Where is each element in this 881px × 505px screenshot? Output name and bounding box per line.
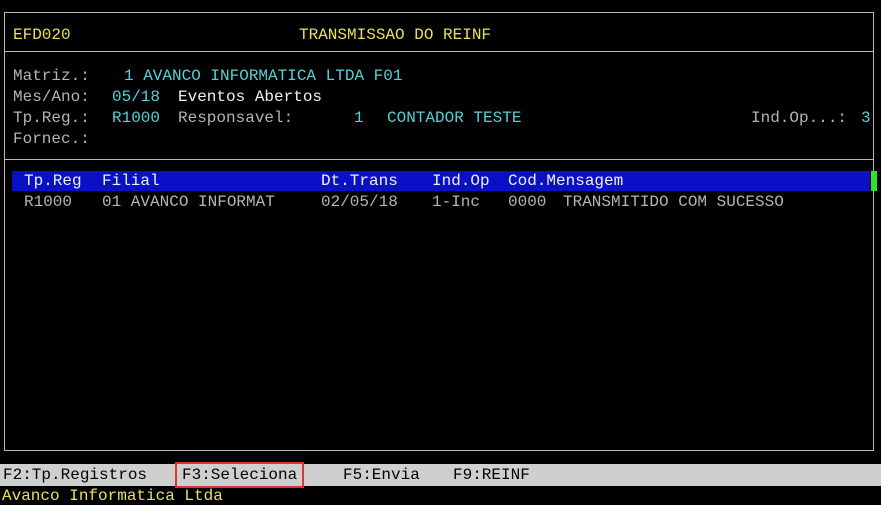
indop-label: Ind.Op...: [751, 109, 848, 127]
responsavel-label: Responsavel: [178, 109, 294, 127]
col-tpreg: Tp.Reg [24, 172, 82, 190]
program-code: EFD020 [13, 26, 71, 44]
scroll-indicator[interactable] [871, 171, 877, 191]
tpreg-value[interactable]: R1000 [112, 108, 160, 129]
responsavel-name: CONTADOR TESTE [387, 109, 522, 127]
row-cod: 0000 [508, 193, 547, 211]
row-tpreg: R1000 [24, 193, 73, 211]
row-dttrans: 02/05/18 [321, 193, 398, 211]
company-status: Avanco Informatica Ltda [2, 487, 223, 505]
f5-envia-key[interactable]: F5:Envia [343, 464, 420, 486]
col-codmensagem: Cod.Mensagem [508, 172, 624, 190]
f9-reinf-key[interactable]: F9:REINF [453, 464, 530, 486]
row-filial: 01 AVANCO INFORMAT [102, 193, 275, 211]
col-indop: Ind.Op [432, 172, 490, 190]
matriz-label: Matriz.: [13, 67, 90, 85]
f2-tp-registros-key[interactable]: F2:Tp.Registros [3, 464, 147, 486]
header-divider [4, 51, 874, 52]
responsavel-code[interactable]: 1 [354, 108, 364, 129]
eventos-status: Eventos Abertos [178, 88, 323, 106]
col-dttrans: Dt.Trans [321, 172, 398, 190]
screen-title: TRANSMISSAO DO REINF [299, 26, 492, 44]
f3-seleciona-key[interactable]: F3:Seleciona [175, 462, 305, 488]
mesano-label: Mes/Ano: [13, 88, 90, 106]
tpreg-label: Tp.Reg.: [13, 109, 90, 127]
matriz-value[interactable]: 1 AVANCO INFORMATICA LTDA F01 [124, 66, 402, 87]
fornec-label: Fornec.: [13, 130, 90, 148]
row-mensagem: TRANSMITIDO COM SUCESSO [563, 193, 784, 211]
indop-value[interactable]: 3 [861, 108, 871, 129]
info-divider [4, 159, 874, 160]
row-indop: 1-Inc [432, 193, 481, 211]
col-filial: Filial [102, 172, 160, 190]
mesano-value[interactable]: 05/18 [112, 87, 160, 108]
